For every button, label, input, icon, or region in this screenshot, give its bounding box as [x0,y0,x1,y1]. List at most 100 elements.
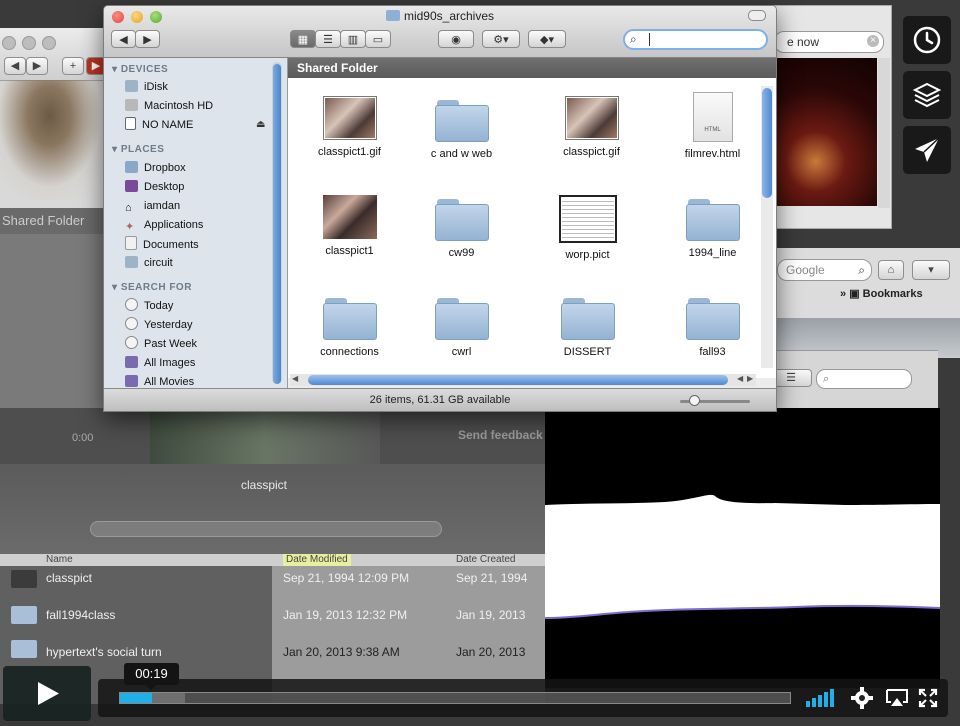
sidebar-item-applications[interactable]: ✦ Applications [125,217,203,233]
clock-icon [913,26,941,54]
column-name[interactable]: Name [46,554,73,566]
file-item-classpict1-gif[interactable]: classpict1.gif [287,96,412,158]
sidebar-item-iamdan[interactable]: ⌂ iamdan [125,198,180,214]
list-item-name[interactable]: fall1994class [46,608,115,622]
folder-item-1994-line[interactable]: 1994_line [650,197,775,259]
list-item-name[interactable]: classpict [46,571,92,585]
list-item-name[interactable]: hypertext's social turn [46,645,162,659]
image-thumbnail-icon [322,96,377,140]
file-item-filmrev-html[interactable]: HTML filmrev.html [650,92,775,160]
window-title: mid90s_archives [104,9,776,23]
progress-bar[interactable] [119,692,791,704]
clear-search-icon[interactable]: × [867,35,879,47]
column-date-modified[interactable]: Date Modified [283,554,351,566]
scroll-left-arrow-icon[interactable]: ◀ [737,374,743,383]
list-item-created: Jan 20, 2013 [456,645,526,659]
background-horizontal-scrollbar[interactable] [90,521,442,537]
sidebar-item-documents[interactable]: Documents [125,236,199,252]
folder-item-cw99[interactable]: cw99 [399,197,524,259]
folder-item-cwrl[interactable]: cwrl [399,296,524,358]
home-icon: ⌂ [125,202,132,214]
sidebar-item-idisk[interactable]: iDisk [125,79,168,95]
forward-button[interactable]: ▶ [135,30,160,48]
sidebar-item-desktop[interactable]: Desktop [125,179,184,195]
sidebar-item-dropbox[interactable]: Dropbox [125,160,186,176]
file-item-classpict-gif[interactable]: classpict.gif [529,96,654,158]
search-input[interactable]: ⌕ [623,29,768,50]
airplay-icon[interactable] [885,688,909,708]
clock-icon [125,298,138,311]
pict-document-icon [558,195,617,243]
add-button[interactable]: + [62,57,84,75]
finder-window: mid90s_archives ◀ ▶ ▦ ☰ ▥ ▭ ◉ ⚙▾ ◆▾ ⌕ ▾ … [103,5,777,412]
folder-item-fall93[interactable]: fall93 [650,296,775,358]
forward-button[interactable]: ▶ [26,57,48,75]
close-dot [2,36,16,50]
eject-icon[interactable]: ⏏ [256,119,265,130]
toolbar-toggle-button[interactable] [748,10,766,21]
file-item-classpict1[interactable]: classpict1 [287,195,412,257]
image-thumbnail-icon [322,195,377,239]
scroll-right-arrow-icon[interactable]: ▶ [747,374,753,383]
icon-size-slider-knob[interactable] [689,395,700,406]
sidebar-scrollbar-thumb[interactable] [273,64,281,384]
scroll-left-arrow-icon[interactable]: ◀ [292,374,298,383]
settings-gear-icon[interactable] [851,687,873,709]
share-button[interactable] [903,126,951,174]
column-view-button[interactable]: ▥ [340,30,366,48]
sidebar-item-past-week[interactable]: Past Week [125,336,197,352]
fullscreen-icon[interactable] [918,688,938,708]
back-button[interactable]: ◀ [111,30,136,48]
home-button[interactable]: ⌂ [878,260,904,280]
background-small-search[interactable]: ⌕ [816,369,912,389]
sidebar-heading-search-for[interactable]: ▾ SEARCH FOR [112,282,192,293]
icon-view-button[interactable]: ▦ [290,30,316,48]
applications-icon: ✦ [125,221,135,233]
sidebar-item-circuit[interactable]: circuit [125,255,173,271]
search-icon: ⌕ [858,263,865,277]
background-search-field[interactable]: e now × [774,31,884,53]
back-button[interactable]: ◀ [4,57,26,75]
sidebar-item-today[interactable]: Today [125,298,173,314]
folder-item-dissert[interactable]: DISSERT [525,296,650,358]
gear-icon: ⚙▾ [493,34,509,46]
background-window-left-toolbar: ◀ ▶ + ▶ [0,28,110,81]
sidebar-item-all-images[interactable]: All Images [125,355,195,371]
background-scrollbar [878,58,890,208]
sidebar-item-all-movies[interactable]: All Movies [125,374,194,388]
sidebar-item-yesterday[interactable]: Yesterday [125,317,193,333]
volume-icon[interactable] [805,688,839,708]
watch-later-button[interactable] [903,16,951,64]
play-button[interactable] [3,666,91,721]
hard-drive-icon [125,99,138,111]
documents-icon [125,236,137,250]
sidebar-heading-devices[interactable]: ▾ DEVICES [112,64,168,75]
layers-icon [912,82,942,108]
quick-look-button[interactable]: ◉ [438,30,474,48]
vertical-scrollbar-thumb[interactable] [762,88,772,198]
action-menu-button[interactable]: ⚙▾ [482,30,520,48]
bookmark-menu-button[interactable]: ▾ [912,260,950,280]
bookmarks-menu[interactable]: » ▣ Bookmarks [840,287,923,300]
coverflow-view-button[interactable]: ▭ [365,30,391,48]
background-photo [775,58,877,206]
send-feedback-link[interactable]: Send feedback [458,428,543,442]
file-item-worp-pict[interactable]: worp.pict [525,195,650,261]
file-list-header: Name Date Modified Date Created [0,554,545,566]
folder-item-connections[interactable]: connections [287,296,412,358]
folder-icon [434,197,489,241]
google-search-field[interactable]: Google ⌕ [777,259,872,281]
horizontal-scrollbar-thumb[interactable] [308,375,728,385]
sidebar-item-no-name[interactable]: NO NAME [125,117,193,133]
background-video-thumbnail [150,408,380,464]
folder-item-c-and-w-web[interactable]: c and w web [399,98,524,160]
sidebar-heading-places[interactable]: ▾ PLACES [112,144,164,155]
dropbox-folder-icon [125,161,138,173]
preview-title: classpict [241,478,288,492]
dropbox-menu-button[interactable]: ◆▾ [528,30,566,48]
sidebar-item-macintosh-hd[interactable]: Macintosh HD [125,98,213,114]
collections-button[interactable] [903,71,951,119]
list-view-button[interactable]: ☰ [315,30,341,48]
column-date-created[interactable]: Date Created [456,554,515,566]
folder-icon [685,296,740,340]
